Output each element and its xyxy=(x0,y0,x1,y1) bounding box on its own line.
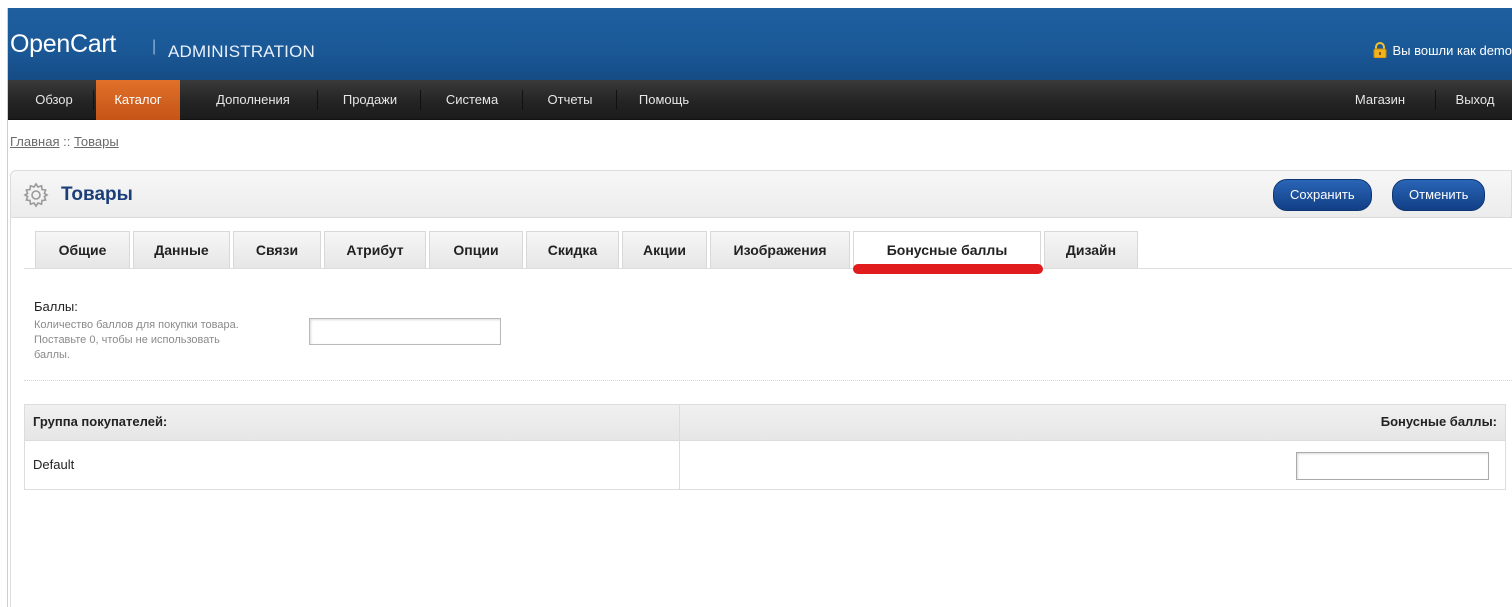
nav-item-store[interactable]: Магазин xyxy=(1330,80,1430,120)
login-status: Вы вошли как demo xyxy=(1373,42,1512,58)
table-row-customer-group: Default xyxy=(33,457,75,472)
tab-links[interactable]: Связи xyxy=(233,231,321,268)
tab-reward-points[interactable]: Бонусные баллы xyxy=(853,231,1041,268)
box-heading: Товары Сохранить Отменить xyxy=(10,170,1512,218)
main-nav: Обзор Каталог Дополнения Продажи Система… xyxy=(8,80,1512,120)
tab-data[interactable]: Данные xyxy=(133,231,230,268)
breadcrumb-separator: :: xyxy=(59,134,74,149)
tab-discount[interactable]: Скидка xyxy=(526,231,619,268)
nav-divider xyxy=(93,90,94,110)
nav-divider xyxy=(317,90,318,110)
nav-divider xyxy=(420,90,421,110)
nav-item-sales[interactable]: Продажи xyxy=(324,80,416,120)
form-divider xyxy=(24,380,1512,381)
table-header-customer-group: Группа покупателей: xyxy=(33,414,168,429)
tabs-divider xyxy=(24,268,1512,269)
breadcrumb-current-link[interactable]: Товары xyxy=(74,134,119,149)
nav-item-reports[interactable]: Отчеты xyxy=(528,80,612,120)
nav-divider xyxy=(616,90,617,110)
tab-options[interactable]: Опции xyxy=(429,231,523,268)
save-button[interactable]: Сохранить xyxy=(1273,179,1372,211)
tab-special[interactable]: Акции xyxy=(622,231,707,268)
highlight-underline xyxy=(853,264,1043,274)
login-text: Вы вошли как demo xyxy=(1392,43,1512,58)
tab-attribute[interactable]: Атрибут xyxy=(324,231,426,268)
points-help: Количество баллов для покупки товара. По… xyxy=(34,319,239,361)
points-label: Баллы: xyxy=(34,299,78,314)
column-divider xyxy=(679,405,680,489)
page-title: Товары xyxy=(61,184,133,205)
breadcrumb-home-link[interactable]: Главная xyxy=(10,134,59,149)
nav-divider xyxy=(522,90,523,110)
reward-table: Группа покупателей: Бонусные баллы: Defa… xyxy=(24,404,1506,490)
breadcrumb: Главная :: Товары xyxy=(10,134,119,149)
logo[interactable]: OpenCart xyxy=(10,30,116,59)
table-header-reward-points: Бонусные баллы: xyxy=(1380,414,1497,429)
tab-images[interactable]: Изображения xyxy=(710,231,850,268)
reward-points-input[interactable] xyxy=(1296,452,1489,480)
nav-item-system[interactable]: Система xyxy=(426,80,518,120)
nav-item-help[interactable]: Помощь xyxy=(622,80,706,120)
logo-separator: | xyxy=(152,38,157,55)
table-header-row: Группа покупателей: Бонусные баллы: xyxy=(25,405,1505,441)
tab-design[interactable]: Дизайн xyxy=(1044,231,1138,268)
cancel-button[interactable]: Отменить xyxy=(1392,179,1486,211)
nav-item-extensions[interactable]: Дополнения xyxy=(194,80,312,120)
nav-item-overview[interactable]: Обзор xyxy=(16,80,92,120)
tab-general[interactable]: Общие xyxy=(35,231,130,268)
logo-subtitle: ADMINISTRATION xyxy=(168,42,315,61)
points-input[interactable] xyxy=(309,318,501,345)
lock-icon xyxy=(1373,42,1387,58)
gear-icon xyxy=(23,182,49,208)
nav-item-catalog[interactable]: Каталог xyxy=(96,80,180,120)
nav-item-logout[interactable]: Выход xyxy=(1442,80,1508,120)
admin-header: OpenCart | ADMINISTRATION Вы вошли как d… xyxy=(8,8,1512,80)
nav-divider xyxy=(1435,90,1436,110)
